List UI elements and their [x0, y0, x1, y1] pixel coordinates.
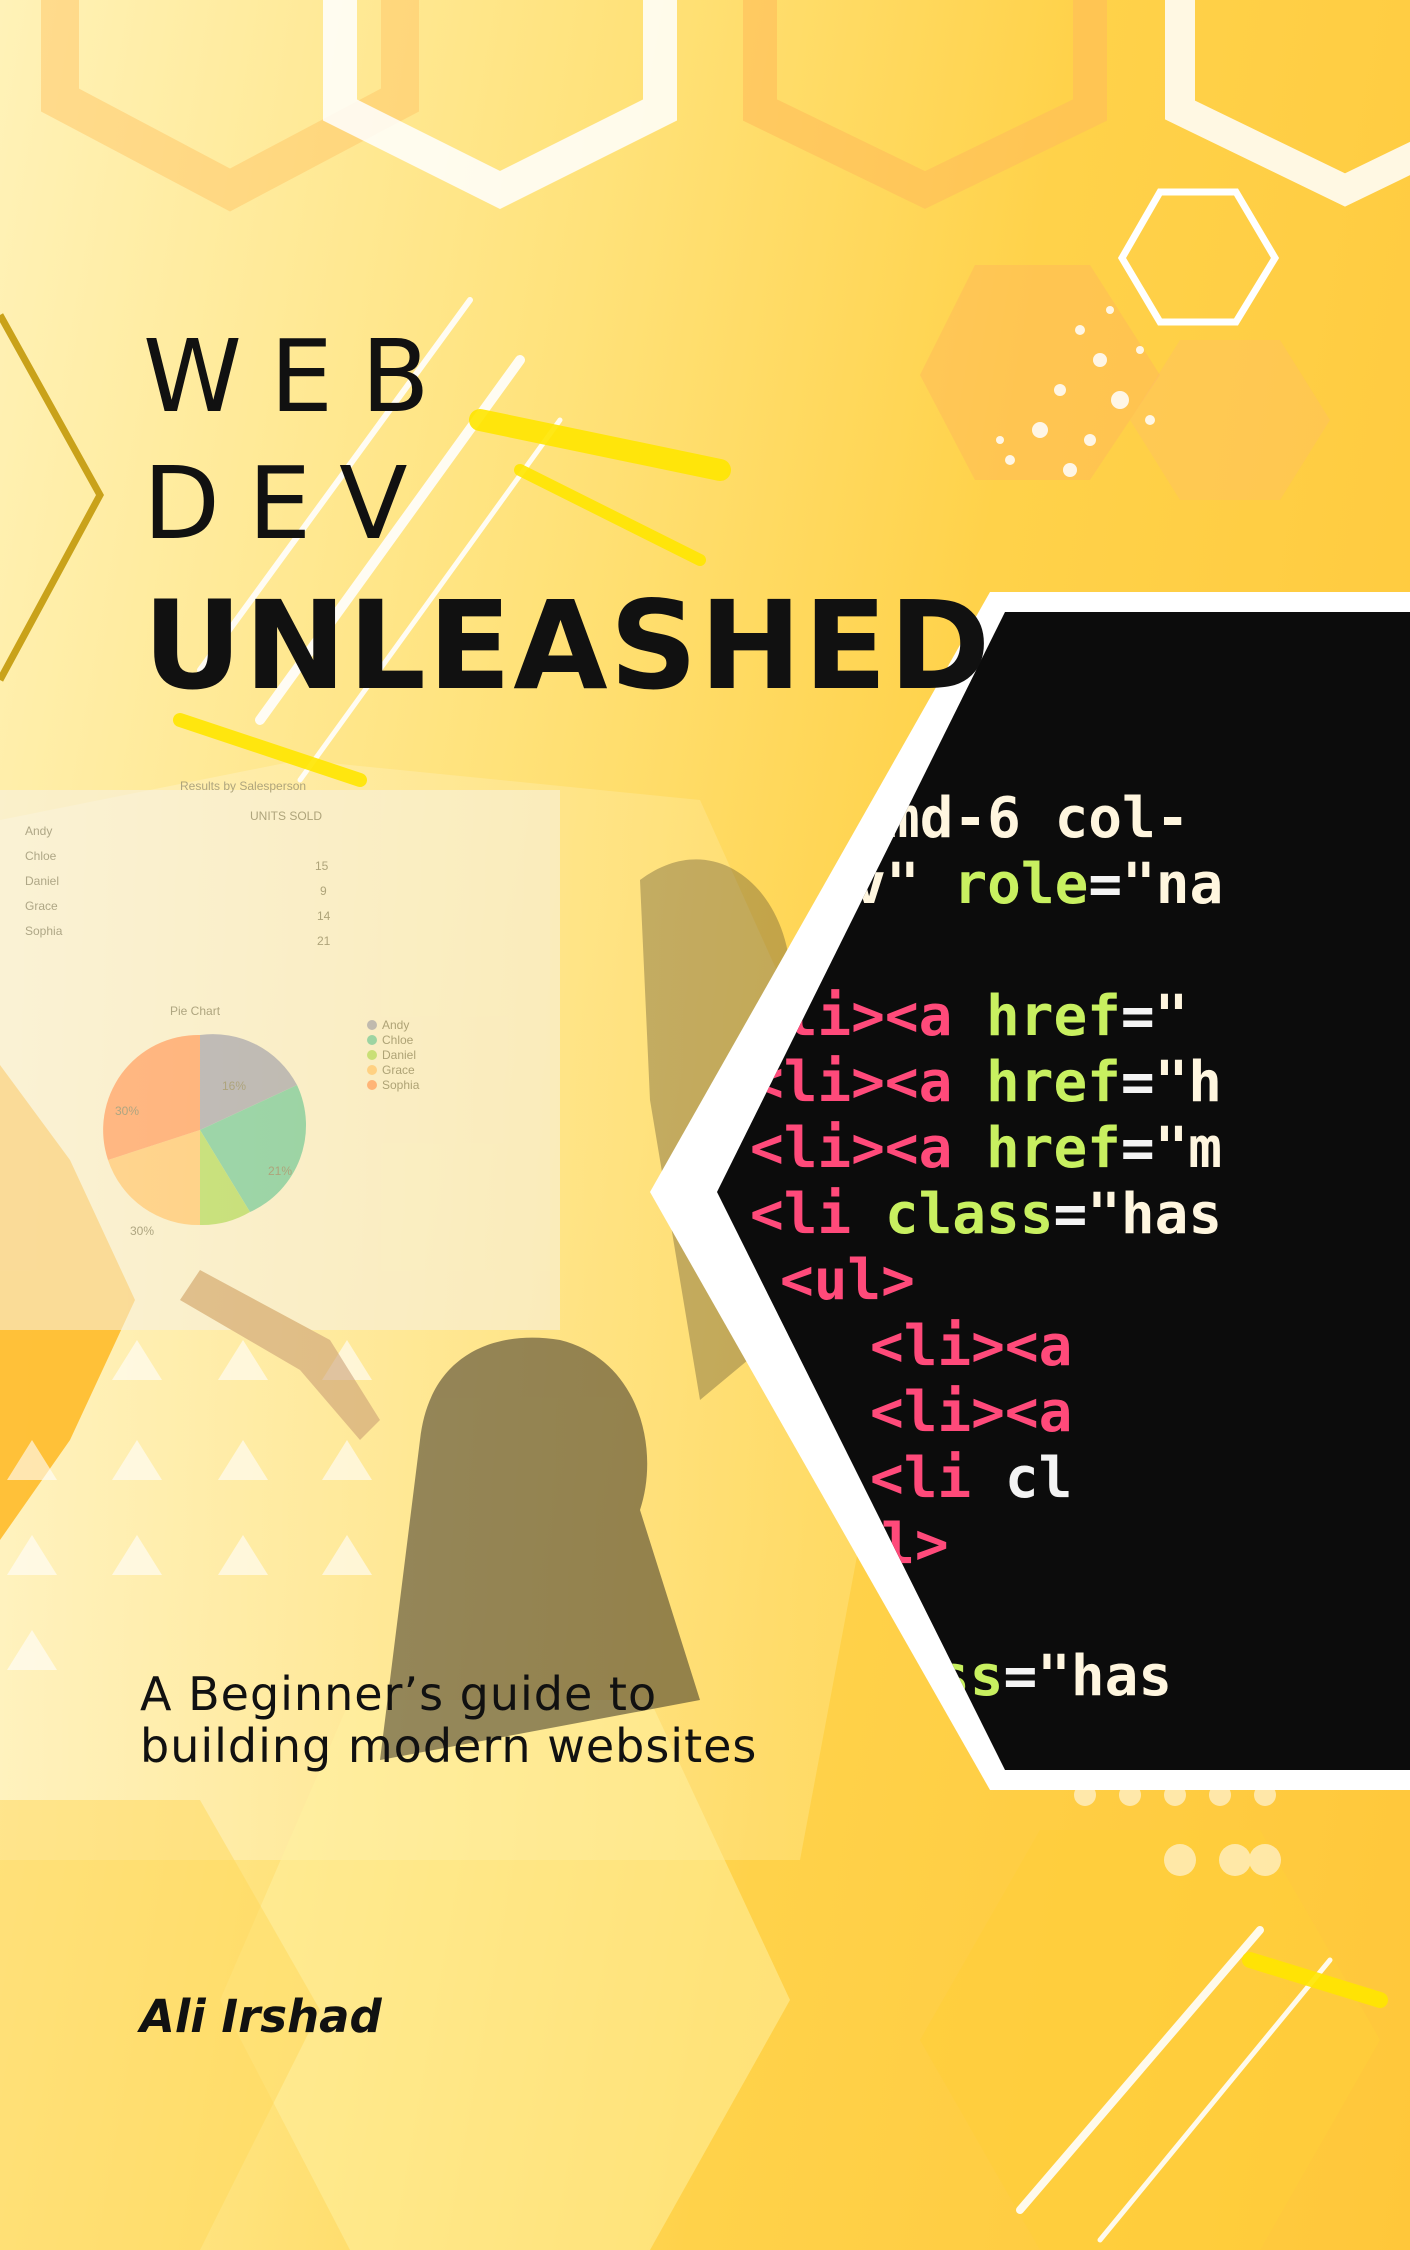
code-line: <li class="has: [750, 1182, 1222, 1247]
subtitle: A Beginner’s guide to building modern we…: [140, 1667, 758, 1773]
book-cover: Results by Salesperson UNITS SOLD Andy C…: [0, 0, 1410, 2250]
title-line-web: WEB: [143, 318, 458, 435]
code-line: id="nav" role="na: [650, 852, 1223, 917]
code-line: </li>: [700, 1578, 869, 1643]
code-line: <li><a: [870, 1380, 1072, 1445]
title-line-dev: DEV: [143, 445, 436, 562]
code-line: w">: [665, 720, 766, 785]
code-line: <ul>: [780, 1710, 915, 1775]
code-line: <li cl: [870, 1446, 1072, 1511]
code-line: <li><a href=": [750, 984, 1188, 1049]
code-line: <li><a href="h: [750, 1050, 1222, 1115]
author-name: Ali Irshad: [140, 1990, 382, 2043]
code-line: <ul>: [780, 1248, 915, 1313]
title-line-unleashed: UNLEASHED: [143, 575, 993, 717]
code-line: s="col-md-6 col-: [650, 786, 1189, 851]
code-line: <li><a href="m: [750, 1116, 1222, 1181]
code-line: <li><a: [870, 1314, 1072, 1379]
